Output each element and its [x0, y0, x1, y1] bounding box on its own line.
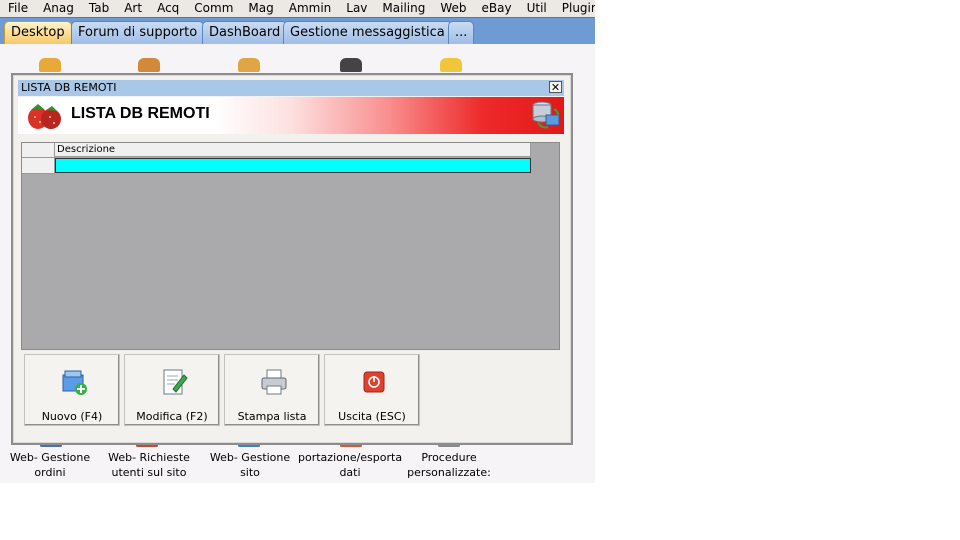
grid-corner — [22, 143, 55, 158]
tab-more[interactable]: ... — [448, 21, 475, 44]
tab-bar: Desktop Forum di supporto DashBoard Gest… — [0, 17, 595, 44]
tab-dashboard[interactable]: DashBoard — [202, 21, 288, 44]
nuovo-button[interactable]: Nuovo (F4) — [24, 354, 120, 426]
menu-file[interactable]: File — [0, 0, 35, 17]
users-icon[interactable] — [39, 58, 61, 72]
dialog-titlebar[interactable]: LISTA DB REMOTI ✕ — [18, 80, 564, 96]
close-button[interactable]: ✕ — [549, 81, 562, 93]
grid-row-selector[interactable] — [22, 158, 55, 174]
desktop-label-web-gestione-ordini[interactable]: Web- Gestione ordini — [6, 450, 94, 480]
database-sync-icon — [532, 101, 560, 129]
banner-title: LISTA DB REMOTI — [71, 105, 210, 122]
menu-ebay[interactable]: eBay — [474, 0, 519, 17]
menu-anag[interactable]: Anag — [35, 0, 81, 17]
new-database-icon — [62, 370, 87, 395]
desktop-label-web-gestione-sito[interactable]: Web- Gestione sito — [200, 450, 300, 480]
spy-icon[interactable] — [340, 58, 362, 72]
modifica-button[interactable]: Modifica (F2) — [124, 354, 220, 426]
grid-column-header-descrizione[interactable]: Descrizione — [55, 143, 531, 157]
nuovo-button-label: Nuovo (F4) — [41, 410, 103, 423]
menu-art[interactable]: Art — [116, 0, 149, 17]
menu-plugin[interactable]: Plugin — [554, 0, 595, 17]
menu-tab[interactable]: Tab — [81, 0, 116, 17]
menu-web[interactable]: Web — [432, 0, 473, 17]
uscita-button-label: Uscita (ESC) — [338, 410, 406, 423]
desktop-label-importazione-esportazione[interactable]: portazione/esportazio dati — [298, 450, 402, 480]
menu-lav[interactable]: Lav — [338, 0, 374, 17]
menu-util[interactable]: Util — [519, 0, 554, 17]
menu-mailing[interactable]: Mailing — [374, 0, 432, 17]
tab-forum-di-supporto[interactable]: Forum di supporto — [71, 21, 205, 44]
menu-ammin[interactable]: Ammin — [281, 0, 339, 17]
modifica-button-label: Modifica (F2) — [136, 410, 208, 423]
agent-icon[interactable] — [238, 58, 260, 72]
stampa-lista-button[interactable]: Stampa lista — [224, 354, 320, 426]
menu-bar: File Anag Tab Art Acq Comm Mag Ammin Lav… — [0, 0, 595, 17]
menu-comm[interactable]: Comm — [186, 0, 240, 17]
uscita-button[interactable]: Uscita (ESC) — [324, 354, 420, 426]
tab-desktop[interactable]: Desktop — [4, 21, 72, 44]
close-icon: ✕ — [550, 81, 561, 94]
menu-acq[interactable]: Acq — [149, 0, 186, 17]
application-window: File Anag Tab Art Acq Comm Mag Ammin Lav… — [0, 0, 595, 483]
grid-selected-cell[interactable] — [55, 158, 531, 173]
dialog-banner: LISTA DB REMOTI — [18, 97, 564, 134]
menu-mag[interactable]: Mag — [240, 0, 280, 17]
contacts-icon[interactable] — [138, 58, 160, 72]
folder-icon[interactable] — [440, 58, 462, 72]
desktop-label-web-richieste-utenti[interactable]: Web- Richieste utenti sul sito — [104, 450, 194, 480]
tab-gestione-messaggistica[interactable]: Gestione messaggistica — [283, 21, 452, 44]
edit-document-icon — [163, 369, 188, 395]
lista-db-remoti-dialog: LISTA DB REMOTI ✕ LISTA DB REMOTI Descri… — [11, 73, 573, 445]
printer-icon — [261, 369, 287, 395]
strawberry-icon — [28, 104, 61, 129]
power-icon — [363, 371, 385, 393]
data-grid[interactable]: Descrizione — [21, 142, 560, 350]
stampa-lista-button-label: Stampa lista — [237, 410, 307, 423]
desktop-label-procedure-personalizzate[interactable]: Procedure personalizzate: — [404, 450, 494, 480]
dialog-window-title: LISTA DB REMOTI — [21, 81, 117, 94]
